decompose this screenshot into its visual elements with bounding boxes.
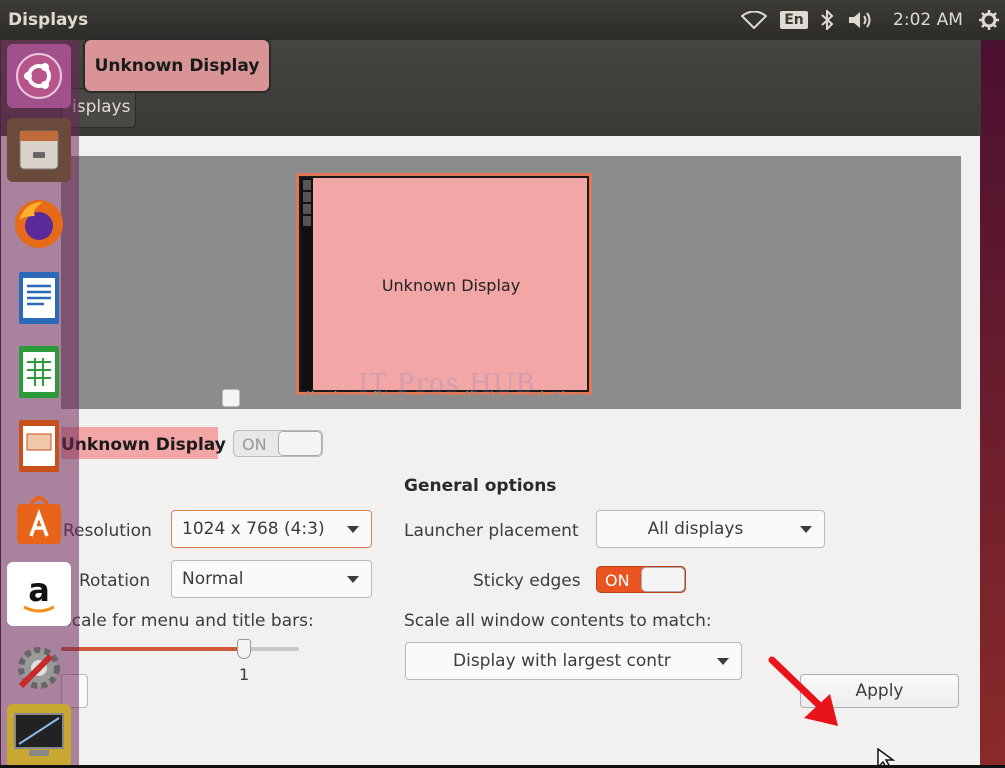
monitor-label: Unknown Display bbox=[381, 276, 521, 295]
sticky-edges-label: Sticky edges bbox=[473, 571, 581, 591]
wifi-icon[interactable] bbox=[738, 8, 770, 32]
scale-all-label: Scale all window contents to match: bbox=[404, 611, 712, 631]
language-indicator[interactable]: En bbox=[780, 8, 808, 32]
display-tooltip: Unknown Display bbox=[83, 38, 271, 93]
sticky-switch-knob bbox=[641, 567, 685, 592]
clock[interactable]: 2:02 AM bbox=[890, 8, 966, 32]
system-settings-icon[interactable] bbox=[7, 636, 71, 700]
ubuntu-dash-icon[interactable] bbox=[7, 44, 71, 108]
monitor-preview[interactable]: Unknown Display bbox=[299, 176, 589, 392]
window-title: Displays bbox=[8, 10, 89, 30]
chevron-down-icon bbox=[717, 658, 729, 665]
scale-slider-track[interactable] bbox=[61, 647, 299, 651]
display-name: Unknown Display bbox=[61, 435, 226, 455]
breadcrumb-label: isplays bbox=[72, 97, 131, 117]
launcher-placement-label: Launcher placement bbox=[404, 521, 579, 541]
resolution-value: 1024 x 768 (4:3) bbox=[182, 519, 325, 539]
mirror-displays-note: (Note: may limit resolution options) bbox=[369, 388, 655, 407]
chevron-down-icon bbox=[800, 526, 812, 533]
display-switch-label: ON bbox=[242, 435, 267, 454]
software-center-icon[interactable] bbox=[7, 488, 71, 552]
chevron-down-icon bbox=[347, 576, 359, 583]
mirror-displays-checkbox[interactable] bbox=[222, 388, 240, 407]
files-icon[interactable] bbox=[7, 118, 71, 182]
power-gear-icon[interactable] bbox=[976, 8, 1002, 32]
sticky-edges-switch[interactable]: ON bbox=[596, 566, 686, 593]
impress-icon[interactable] bbox=[7, 414, 71, 478]
displays-icon[interactable] bbox=[7, 704, 71, 768]
display-tooltip-text: Unknown Display bbox=[94, 55, 260, 76]
sticky-switch-label: ON bbox=[605, 571, 630, 590]
volume-icon[interactable] bbox=[846, 8, 876, 32]
display-arrangement-area: Unknown Display IT Pros HUB bbox=[61, 156, 961, 409]
svg-text:a: a bbox=[28, 571, 50, 609]
calc-icon[interactable] bbox=[7, 340, 71, 404]
launcher: a bbox=[0, 40, 79, 768]
launcher-placement-dropdown[interactable]: All displays bbox=[596, 510, 825, 548]
scale-slider-fill bbox=[61, 647, 245, 651]
scale-menu-label: Scale for menu and title bars: bbox=[61, 611, 314, 631]
general-options-heading: General options bbox=[404, 476, 557, 496]
amazon-icon[interactable]: a bbox=[7, 562, 71, 626]
desktop-wallpaper bbox=[980, 40, 1005, 768]
mirror-displays-row: Mirror displays (Note: may limit resolut… bbox=[222, 388, 654, 407]
chevron-down-icon bbox=[347, 526, 359, 533]
red-arrow-annotation bbox=[768, 656, 838, 726]
top-panel: Displays En 2:02 AM bbox=[0, 0, 1005, 40]
display-on-switch[interactable]: ON bbox=[233, 430, 323, 457]
clock-text: 2:02 AM bbox=[893, 10, 963, 30]
language-badge: En bbox=[780, 11, 808, 29]
scale-all-value: Display with largest contr bbox=[453, 651, 671, 671]
rotation-dropdown[interactable]: Normal bbox=[171, 560, 372, 598]
bluetooth-icon[interactable] bbox=[816, 8, 838, 32]
rotation-label: Rotation bbox=[79, 571, 151, 591]
display-switch-knob bbox=[278, 431, 322, 456]
launcher-placement-value: All displays bbox=[647, 519, 744, 539]
monitor-launcher-strip bbox=[301, 178, 313, 390]
apply-button-label: Apply bbox=[855, 681, 904, 701]
writer-icon[interactable] bbox=[7, 266, 71, 330]
mirror-displays-label: Mirror displays bbox=[248, 388, 366, 407]
rotation-value: Normal bbox=[182, 569, 244, 589]
firefox-icon[interactable] bbox=[7, 192, 71, 256]
scale-all-dropdown[interactable]: Display with largest contr bbox=[405, 642, 742, 680]
scale-slider-value: 1 bbox=[239, 665, 250, 684]
resolution-dropdown[interactable]: 1024 x 768 (4:3) bbox=[171, 510, 372, 548]
scale-slider-handle[interactable] bbox=[237, 639, 252, 659]
